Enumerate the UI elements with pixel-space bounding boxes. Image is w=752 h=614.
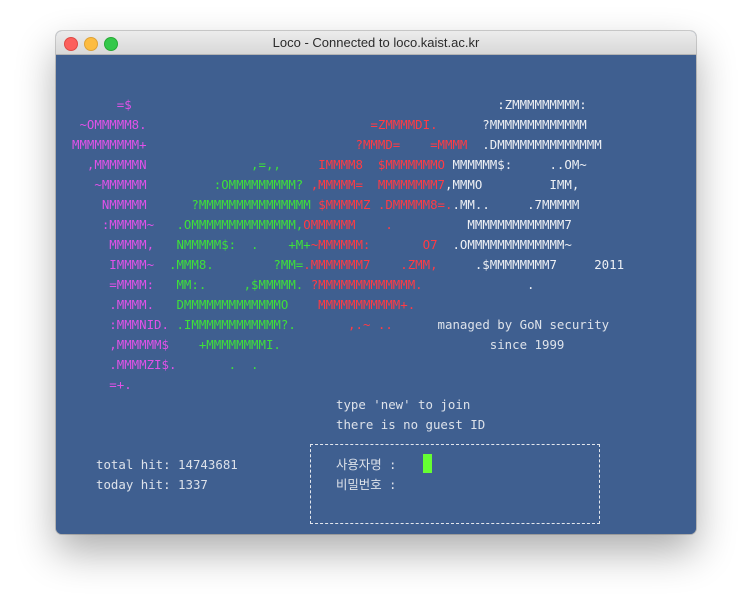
ascii-art-segment: .MMMM.	[72, 297, 155, 312]
total-hit: total hit: 14743681	[96, 457, 238, 472]
ascii-art-segment: ,MMMMMM$	[72, 337, 169, 352]
terminal-window: Loco - Connected to loco.kaist.ac.kr =$ …	[56, 31, 696, 534]
ascii-art-segment: :MMMMM~	[72, 217, 155, 232]
ascii-art-segment: .OMMMMMMMMMMMMM~	[437, 237, 572, 252]
ascii-art-line: MMMMMMMMM+ ?MMMD= =MMMM .DMMMMMMMMMMMMMM	[72, 135, 602, 155]
ascii-art-segment: .IMMMMMMMMMMMM?.	[168, 317, 296, 332]
title-bar: Loco - Connected to loco.kaist.ac.kr	[56, 31, 696, 55]
ascii-art-segment: ?MMMMMMMMMMMMMMM	[146, 197, 311, 212]
ascii-art-segment: ~OMMMMM8.	[72, 117, 147, 132]
ascii-art-segment: MM:. ,$MMMMM.	[154, 277, 304, 292]
ascii-art-segment: +MMMMMMMMI.	[168, 337, 281, 352]
ascii-art-segment: .MM.. .7MMMMM	[452, 197, 580, 212]
ascii-art-line: ,MMMMMM$ +MMMMMMMMI. since 1999	[72, 335, 564, 355]
today-hit: today hit: 1337	[96, 477, 208, 492]
join-hint: type 'new' to join	[336, 397, 471, 412]
ascii-art-segment: DMMMMMMMMMMMMMO	[154, 297, 289, 312]
ascii-art-segment: .MMMMZI$.	[72, 357, 177, 372]
ascii-art-line: ,MMMMMMN ,=,, IMMMM8 $MMMMMMMO MMMMMM$: …	[72, 155, 587, 175]
ascii-art-segment: .DMMMMMMMMMMMMMM	[467, 137, 602, 152]
ascii-art-segment: since 1999	[280, 337, 565, 352]
ascii-art-line: ~MMMMMM :OMMMMMMMMM? ,MMMMM= MMMMMMMM7,M…	[72, 175, 579, 195]
ascii-art-line: =MMMM: MM:. ,$MMMMM. ?MMMMMMMMMMMMM. .	[72, 275, 535, 295]
ascii-art-segment: OMMMMMM .	[303, 217, 393, 232]
ascii-art-segment: MMMMM,	[72, 237, 155, 252]
ascii-art-line: =+.	[72, 375, 132, 395]
ascii-art-segment: MMMMMMMMMMMMM7	[392, 217, 572, 232]
ascii-art-line: .MMMMZI$. . .	[72, 355, 259, 375]
ascii-art-line: IMMMM~ .MMM8. ?MM=.MMMMMMM7 .ZMM, .$MMMM…	[72, 255, 624, 275]
ascii-art-segment: ?MMMD= =MMMM	[146, 137, 468, 152]
ascii-art-line: :MMMNID. .IMMMMMMMMMMMM?. ,.~ .. managed…	[72, 315, 609, 335]
ascii-art-segment: .MMMMMMM7 .ZMM,	[303, 257, 438, 272]
password-label: 비밀번호 :	[336, 477, 397, 492]
terminal-screen[interactable]: =$ :ZMMMMMMMMM: ~OMMMMM8. =ZMMMMDI. ?MMM…	[56, 55, 696, 534]
ascii-art-segment: ,MMMMMMN	[72, 157, 147, 172]
ascii-art-segment: ?MMMMMMMMMMMMM	[437, 117, 587, 132]
ascii-art-segment: .OMMMMMMMMMMMMMM,	[154, 217, 304, 232]
text-cursor[interactable]	[423, 454, 432, 473]
ascii-art-segment: ~MMMMMM	[72, 177, 147, 192]
guest-notice: there is no guest ID	[336, 417, 486, 432]
ascii-art-line: .MMMM. DMMMMMMMMMMMMMO MMMMMMMMMMM+.	[72, 295, 415, 315]
ascii-art-segment: MMMMMMMMM+	[72, 137, 147, 152]
ascii-art-segment: .MMM8. ?MM=	[154, 257, 304, 272]
ascii-art-segment: ?MMMMMMMMMMMMM.	[303, 277, 423, 292]
ascii-art-segment: NMMMMM$: . +M+	[154, 237, 311, 252]
ascii-art-segment: :ZMMMMMMMMM:	[131, 97, 587, 112]
ascii-art-segment: ~MMMMMM: O7	[310, 237, 438, 252]
ascii-art-line: :MMMMM~ .OMMMMMMMMMMMMMM,OMMMMMM . MMMMM…	[72, 215, 572, 235]
ascii-art-segment: =$	[72, 97, 132, 112]
ascii-art-segment: $MMMMMZ .DMMMMM8=.	[310, 197, 453, 212]
ascii-art-segment: MMMMMMMMMMM+.	[288, 297, 416, 312]
ascii-art-segment: IMMMM8 $MMMMMMMO	[280, 157, 446, 172]
ascii-art-line: =$ :ZMMMMMMMMM:	[72, 95, 587, 115]
ascii-art-segment: .	[422, 277, 535, 292]
username-label: 사용자명 :	[336, 457, 397, 472]
ascii-art-segment: . .	[176, 357, 259, 372]
window-title: Loco - Connected to loco.kaist.ac.kr	[272, 35, 480, 50]
ascii-art-segment: managed by GoN security	[392, 317, 610, 332]
ascii-art-segment: ,.~ ..	[295, 317, 393, 332]
ascii-art-segment: NMMMMM	[72, 197, 147, 212]
ascii-art-segment: :OMMMMMMMMM?	[146, 177, 304, 192]
ascii-art-segment: =+.	[72, 377, 132, 392]
ascii-art-segment: ,MMMMM= MMMMMMMM7	[303, 177, 446, 192]
ascii-art-line: ~OMMMMM8. =ZMMMMDI. ?MMMMMMMMMMMMM	[72, 115, 587, 135]
ascii-art-segment: .$MMMMMMMM7 2011	[437, 257, 625, 272]
ascii-art-segment: ,MMMO IMM,	[445, 177, 580, 192]
ascii-art-line: NMMMMM ?MMMMMMMMMMMMMMM $MMMMMZ .DMMMMM8…	[72, 195, 579, 215]
ascii-art-segment: :MMMNID.	[72, 317, 169, 332]
ascii-art-segment: ,=,,	[146, 157, 281, 172]
ascii-art-segment: IMMMM~	[72, 257, 155, 272]
ascii-art-line: MMMMM, NMMMMM$: . +M+~MMMMMM: O7 .OMMMMM…	[72, 235, 572, 255]
ascii-art-segment: MMMMMM$: ..OM~	[445, 157, 587, 172]
ascii-art-segment: =ZMMMMDI.	[146, 117, 438, 132]
ascii-art-segment: =MMMM:	[72, 277, 155, 292]
